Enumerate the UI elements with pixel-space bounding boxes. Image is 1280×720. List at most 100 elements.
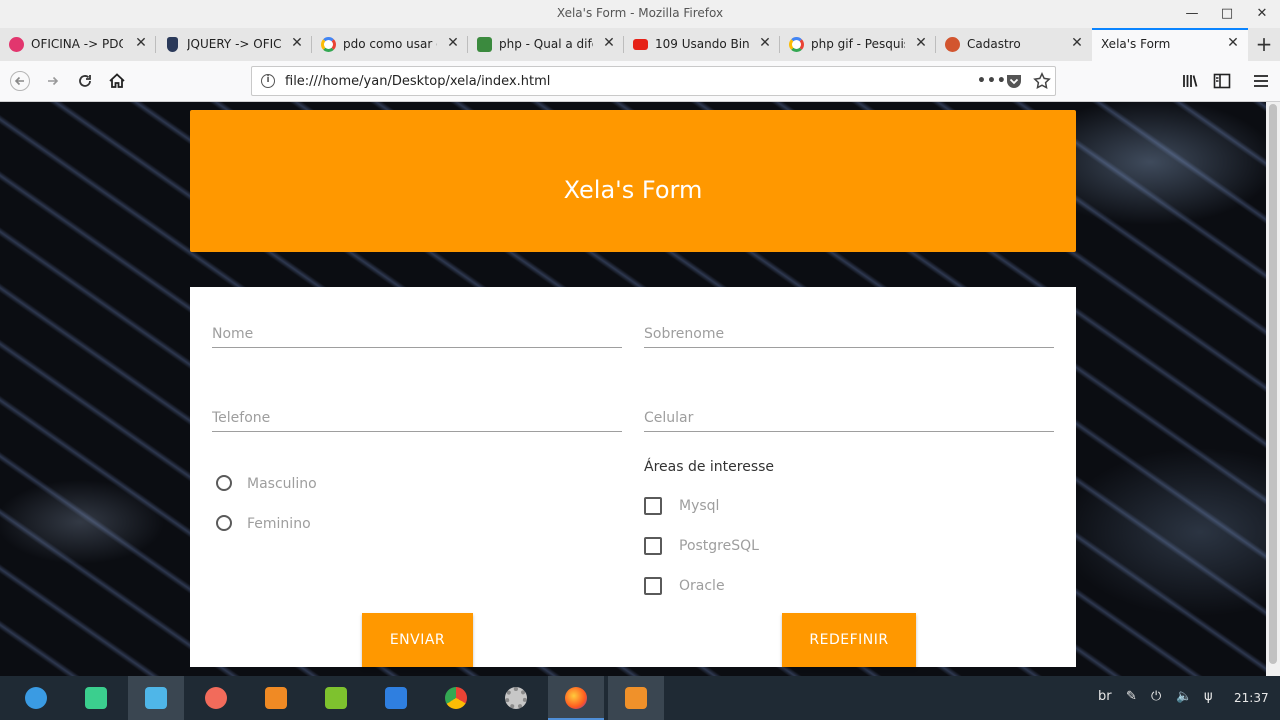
back-icon[interactable] [10, 71, 30, 91]
tab-close-icon[interactable]: ✕ [758, 36, 772, 50]
checkbox-mysql[interactable]: Mysql [644, 495, 794, 517]
checkbox-label: Oracle [679, 578, 725, 594]
radio-circle-icon[interactable] [216, 515, 232, 531]
checkbox-label: Mysql [679, 498, 720, 514]
celular-input[interactable] [644, 410, 1054, 426]
submit-button[interactable]: ENVIAR [362, 613, 473, 667]
close-icon[interactable]: ✕ [1252, 4, 1272, 24]
home-icon[interactable] [107, 71, 127, 91]
taskbar-app-record[interactable] [188, 676, 244, 720]
tab-xelas-form[interactable]: Xela's Form ✕ [1092, 28, 1248, 61]
tab-usando-bind[interactable]: 109 Usando Bind ✕ [624, 28, 780, 61]
window-title: Xela's Form - Mozilla Firefox [556, 6, 724, 20]
form-title: Xela's Form [563, 176, 703, 204]
registration-form: Masculino Feminino Áreas de interesse My… [190, 287, 1076, 667]
video-icon [385, 687, 407, 709]
tab-jquery-oficina[interactable]: JQUERY -> OFICIN ✕ [156, 28, 312, 61]
tab-close-icon[interactable]: ✕ [914, 36, 928, 50]
tab-label: Xela's Form [1101, 37, 1171, 51]
celular-field[interactable] [644, 384, 1054, 432]
sidebar-icon[interactable] [1212, 71, 1232, 91]
bookmark-star-icon[interactable] [1033, 72, 1051, 90]
tab-label: JQUERY -> OFICIN [187, 37, 281, 51]
nome-field[interactable] [212, 300, 622, 348]
google-icon [789, 37, 804, 52]
taskbar-app-store[interactable] [128, 676, 184, 720]
tab-label: php gif - Pesquisa [811, 37, 905, 51]
tab-close-icon[interactable]: ✕ [446, 36, 460, 50]
taskbar-app-sublime[interactable] [608, 676, 664, 720]
volume-icon[interactable]: 🔈 [1176, 689, 1192, 704]
scrollbar-thumb[interactable] [1269, 104, 1277, 664]
pocket-icon[interactable] [1005, 72, 1023, 90]
tab-oficina-pdo[interactable]: OFICINA -> PDO ✕ [0, 28, 156, 61]
forward-icon[interactable] [43, 71, 63, 91]
radio-masculino[interactable]: Masculino [212, 473, 362, 495]
menu-icon[interactable] [1251, 71, 1271, 91]
tab-label: Cadastro [967, 37, 1021, 51]
interests-title: Áreas de interesse [644, 459, 775, 475]
page-content: Xela's Form Masculino Feminino Áreas de … [0, 102, 1266, 676]
new-tab-icon[interactable]: + [1254, 34, 1274, 54]
tab-close-icon[interactable]: ✕ [602, 36, 616, 50]
record-icon [205, 687, 227, 709]
minimize-icon[interactable]: — [1182, 4, 1202, 24]
taskbar-app-chrome[interactable] [428, 676, 484, 720]
youtube-icon [633, 39, 648, 50]
taskbar-app-firefox[interactable] [548, 676, 604, 720]
usb-icon[interactable]: ψ [1204, 689, 1213, 704]
tab-label: OFICINA -> PDO [31, 37, 123, 51]
clock[interactable]: 21:37 [1234, 691, 1269, 705]
checkbox-icon[interactable] [644, 537, 662, 555]
stackexchange-icon [477, 37, 492, 52]
nome-input[interactable] [212, 326, 622, 342]
google-icon [321, 37, 336, 52]
taskbar-app-archive[interactable] [248, 676, 304, 720]
window-titlebar: Xela's Form - Mozilla Firefox — □ ✕ [0, 0, 1280, 28]
radio-feminino[interactable]: Feminino [212, 513, 362, 535]
power-icon[interactable]: ⏻ [1151, 689, 1161, 704]
checkbox-postgresql[interactable]: PostgreSQL [644, 535, 794, 557]
radio-label: Feminino [247, 516, 311, 532]
taskbar-app-settings[interactable] [488, 676, 544, 720]
url-bar[interactable]: i file:///home/yan/Desktop/xela/index.ht… [251, 66, 1056, 96]
settings-icon [505, 687, 527, 709]
sobrenome-field[interactable] [644, 300, 1054, 348]
taskbar-app-screen[interactable] [68, 676, 124, 720]
tab-close-icon[interactable]: ✕ [1070, 36, 1084, 50]
maximize-icon[interactable]: □ [1217, 4, 1237, 24]
reset-button[interactable]: REDEFINIR [782, 613, 916, 667]
reload-icon[interactable] [75, 71, 95, 91]
keyboard-layout[interactable]: br [1098, 689, 1112, 704]
tab-cadastro[interactable]: Cadastro ✕ [936, 28, 1092, 61]
info-icon[interactable]: i [261, 74, 275, 88]
telefone-field[interactable] [212, 384, 622, 432]
url-text[interactable]: file:///home/yan/Desktop/xela/index.html [285, 74, 550, 89]
pen-icon[interactable]: ✎ [1126, 689, 1137, 704]
tab-php-qual-a-diferenca[interactable]: php - Qual a difer ✕ [468, 28, 624, 61]
taskbar-app-music[interactable] [308, 676, 364, 720]
taskbar: br ✎ ⏻ 🔈 ψ 21:37 [0, 676, 1280, 720]
tab-pdo-como-usar[interactable]: pdo como usar o ✕ [312, 28, 468, 61]
checkbox-icon[interactable] [644, 497, 662, 515]
tab-close-icon[interactable]: ✕ [290, 36, 304, 50]
page-scrollbar[interactable] [1266, 102, 1280, 676]
radio-label: Masculino [247, 476, 317, 492]
chrome-icon [445, 687, 467, 709]
checkbox-oracle[interactable]: Oracle [644, 575, 794, 597]
store-icon [145, 687, 167, 709]
app-launcher[interactable] [8, 676, 64, 720]
taskbar-app-video[interactable] [368, 676, 424, 720]
checkbox-icon[interactable] [644, 577, 662, 595]
tab-php-gif-pesquisa[interactable]: php gif - Pesquisa ✕ [780, 28, 936, 61]
library-icon[interactable] [1180, 71, 1200, 91]
tab-close-icon[interactable]: ✕ [1226, 36, 1240, 50]
shield-icon [167, 37, 178, 52]
sobrenome-input[interactable] [644, 326, 1054, 342]
cadastro-icon [945, 37, 960, 52]
tab-close-icon[interactable]: ✕ [134, 36, 148, 50]
page-actions-icon[interactable]: ••• [977, 72, 1006, 90]
tab-label: 109 Usando Bind [655, 37, 749, 51]
telefone-input[interactable] [212, 410, 622, 426]
radio-circle-icon[interactable] [216, 475, 232, 491]
